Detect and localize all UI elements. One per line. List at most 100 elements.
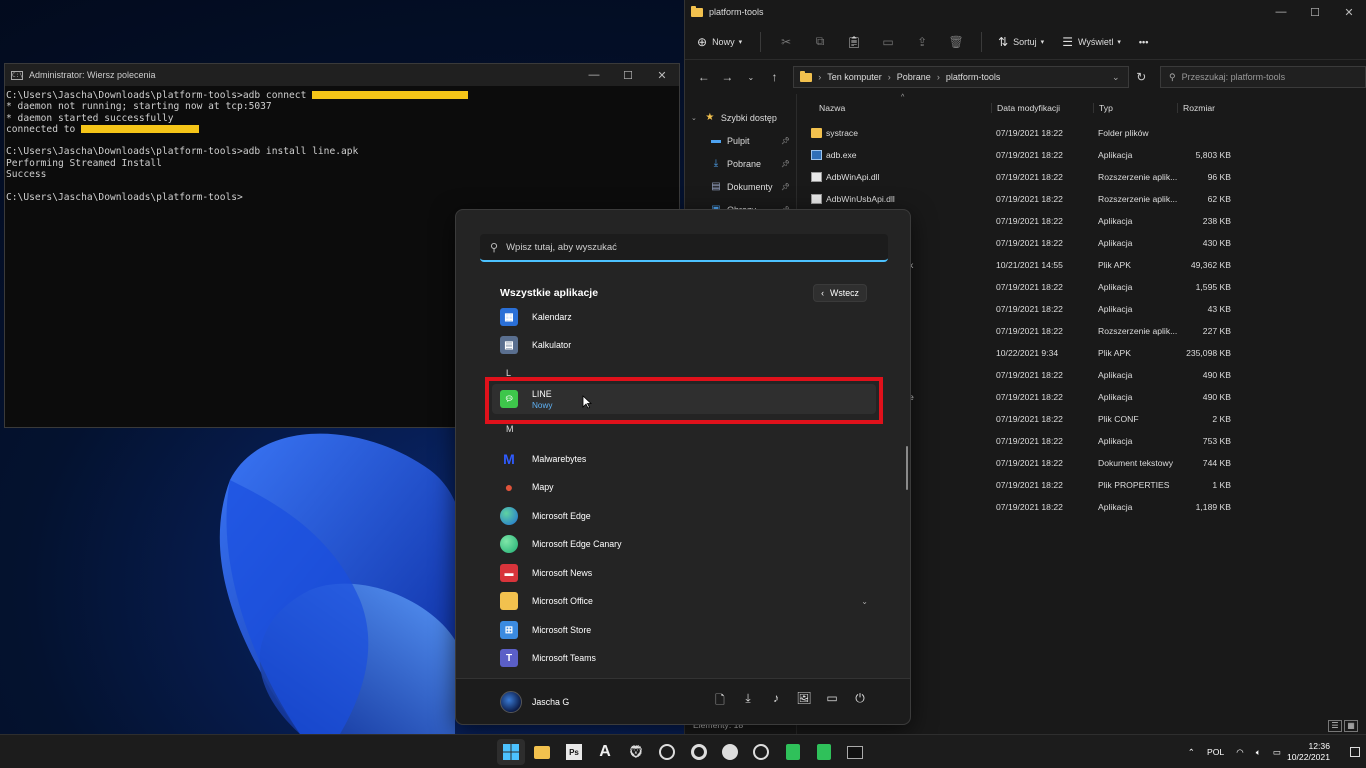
app-item-malwarebytes[interactable]: M Malwarebytes [492,446,876,472]
app-list-scrollbar[interactable] [906,446,908,490]
forward-arrow-icon[interactable]: → [717,70,739,84]
pictures-shortcut-icon[interactable]: 🖼︎ [790,691,818,712]
wifi-icon[interactable]: ◠ [1236,747,1244,758]
up-arrow-icon[interactable]: ↑ [764,70,786,84]
explorer-search-input[interactable]: ⚲ Przeszukaj: platform-tools [1160,66,1366,88]
chevron-down-icon[interactable]: ⌄ [861,597,868,606]
app-item-kalkulator[interactable]: ▤ Kalkulator [492,332,876,358]
downloads-shortcut-icon[interactable]: ⤓ [734,691,762,712]
table-row[interactable]: adb.exe 07/19/2021 18:22 Aplikacja 5,803 KB [797,144,1366,166]
cmd-line: connected to [6,123,82,135]
more-options-button[interactable]: ••• [1139,37,1148,47]
explorer-titlebar[interactable]: platform-tools — ☐ ✕ [685,0,1366,24]
minimize-button[interactable]: — [577,64,611,86]
breadcrumb-item[interactable]: Ten komputer [827,72,882,82]
app-item-microsoft-edge[interactable]: Microsoft Edge [492,503,876,529]
table-row[interactable]: systrace 07/19/2021 18:22 Folder plików [797,122,1366,144]
sort-button[interactable]: ⇅ Sortuj ▾ [998,35,1044,49]
file-date: 07/19/2021 18:22 [996,370,1063,380]
user-name[interactable]: Jascha G [532,697,569,707]
nav-item-downloads[interactable]: ⤓ Pobrane 📌︎ [685,152,796,175]
cmd-line: C:\Users\Jascha\Downloads\platform-tools… [6,146,359,158]
details-view-icon[interactable]: ☰ [1328,720,1342,732]
view-button[interactable]: ☰ Wyświetl ▾ [1062,35,1121,49]
music-shortcut-icon[interactable]: ♪ [762,691,790,712]
start-footer: Jascha G 🗋︎ ⤓ ♪ 🖼︎ ▭ ⏻ [456,678,910,724]
language-indicator[interactable]: POL [1207,747,1224,757]
app-list[interactable]: ▦ Kalendarz ▤ Kalkulator L 💬︎ LINE Nowy … [456,304,912,682]
cmd-output[interactable]: C:\Users\Jascha\Downloads\platform-tools… [5,86,679,203]
taskbar-font-app[interactable]: A [591,739,619,765]
taskbar-firefox[interactable] [653,739,681,765]
column-type[interactable]: Typ [1093,103,1113,113]
address-bar[interactable]: › Ten komputer › Pobrane › platform-tool… [793,66,1129,88]
avatar[interactable] [500,690,522,713]
chevron-up-icon[interactable]: ⌃ [1188,747,1195,758]
chevron-down-icon[interactable]: ⌄ [1112,72,1120,83]
new-button[interactable]: ⊕ Nowy ▾ [697,35,742,49]
table-row[interactable]: AdbWinApi.dll 07/19/2021 18:22 Rozszerzeni… [797,166,1366,188]
cmd-titlebar[interactable]: C:\ Administrator: Wiersz polecenia — ☐ … [5,64,679,86]
column-size[interactable]: Rozmiar [1177,103,1215,113]
letter-header-m[interactable]: M [506,424,514,434]
chevron-down-icon: ⌄ [691,114,697,122]
volume-icon[interactable]: 🔈︎ [1256,747,1261,758]
start-button[interactable] [497,739,525,765]
nav-item-documents[interactable]: ▤ Dokumenty 📌︎ [685,175,796,198]
maximize-button[interactable]: ☐ [1298,1,1332,23]
cmd-line: C:\Users\Jascha\Downloads\platform-tools… [6,90,313,101]
share-icon[interactable]: ⇪ [913,35,931,49]
column-name[interactable]: Nazwa [819,103,845,113]
rename-icon[interactable]: ▭ [879,35,897,49]
file-date: 07/19/2021 18:22 [996,326,1063,336]
recent-chevron-icon[interactable]: ⌄ [740,73,762,82]
column-date[interactable]: Data modyfikacji [991,103,1060,113]
taskbar-app-circle[interactable] [747,739,775,765]
back-button[interactable]: ‹ Wstecz [813,284,867,302]
close-button[interactable]: ✕ [1332,1,1366,23]
app-item-microsoft-edge-canary[interactable]: Microsoft Edge Canary [492,531,876,557]
app-item-mapy[interactable]: ● Mapy [492,474,876,500]
pin-icon: 📌︎ [781,137,790,145]
app-item-microsoft-news[interactable]: ▬ Microsoft News [492,560,876,586]
view-list-icon: ☰ [1062,34,1073,49]
file-date: 07/19/2021 18:22 [996,392,1063,402]
minimize-button[interactable]: — [1264,1,1298,23]
app-item-microsoft-teams[interactable]: T Microsoft Teams [492,645,876,671]
power-icon[interactable]: ⏻ [846,691,874,712]
taskbar-android-app-2[interactable] [810,739,838,765]
breadcrumb-item[interactable]: Pobrane [897,72,931,82]
taskbar-photoshop[interactable]: Ps [560,739,588,765]
breadcrumb-item[interactable]: platform-tools [946,72,1001,82]
notification-icon[interactable] [1350,747,1360,757]
clock[interactable]: 12:36 10/22/2021 [1287,741,1330,763]
taskbar-edge[interactable] [716,739,744,765]
taskbar-terminal[interactable] [841,739,869,765]
nav-item-quick-access[interactable]: ⌄ ★ Szybki dostęp [685,106,796,129]
app-item-microsoft-office[interactable]: Microsoft Office ⌄ [492,588,876,614]
close-button[interactable]: ✕ [645,64,679,86]
table-row[interactable]: AdbWinUsbApi.dll 07/19/2021 18:22 Rozszerz… [797,188,1366,210]
documents-shortcut-icon[interactable]: 🗋︎ [706,691,734,712]
tiles-view-icon[interactable]: ▦ [1344,720,1358,732]
taskbar-chrome[interactable] [685,739,713,765]
videos-shortcut-icon[interactable]: ▭ [818,691,846,712]
battery-icon[interactable]: ▭ [1273,747,1281,758]
app-item-kalendarz[interactable]: ▦ Kalendarz [492,304,876,330]
copy-icon[interactable]: ⧉ [811,34,829,49]
file-size: 238 KB [1202,216,1231,226]
taskbar-file-explorer[interactable] [528,739,556,765]
paste-icon[interactable]: 📋︎ [845,35,863,49]
start-search-input[interactable]: ⚲ Wpisz tutaj, aby wyszukać [480,234,888,262]
refresh-icon[interactable]: ↻ [1129,70,1154,84]
nav-item-desktop[interactable]: ▬ Pulpit 📌︎ [685,129,796,152]
delete-icon[interactable]: 🗑︎ [947,35,965,49]
taskbar-brave[interactable]: 🦁︎ [622,739,650,765]
firefox-icon [659,744,675,760]
taskbar-android-app-1[interactable] [779,739,807,765]
maximize-button[interactable]: ☐ [611,64,645,86]
cut-icon[interactable]: ✂ [777,35,795,49]
back-arrow-icon[interactable]: ← [693,70,715,84]
footer-shortcuts: 🗋︎ ⤓ ♪ 🖼︎ ▭ ⏻ [706,691,874,712]
app-item-microsoft-store[interactable]: ⊞ Microsoft Store [492,617,876,643]
